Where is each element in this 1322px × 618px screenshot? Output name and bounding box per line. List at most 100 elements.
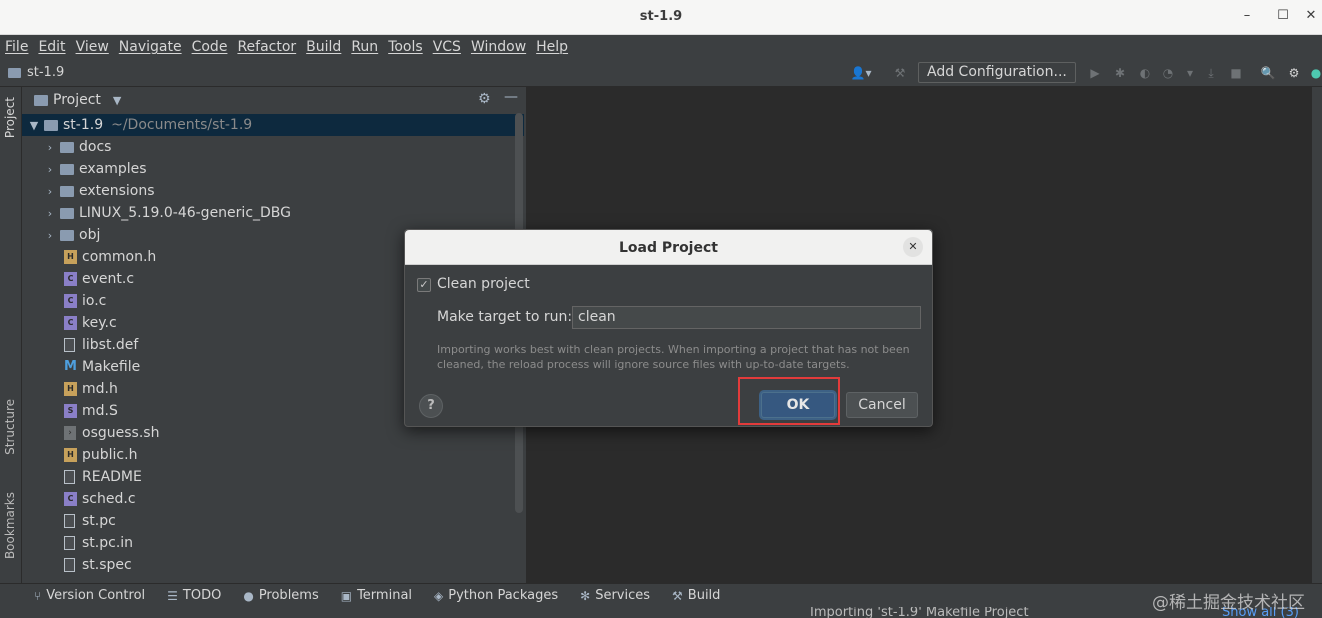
dialog-title: Load Project xyxy=(619,240,718,256)
tree-item-st-pc-in[interactable]: st.pc.in xyxy=(64,532,133,554)
tree-item-linux-dbg[interactable]: › LINUX_5.19.0-46-generic_DBG xyxy=(44,202,291,224)
tree-item-label: README xyxy=(82,469,142,485)
tree-item-event-c[interactable]: C event.c xyxy=(64,268,134,290)
attach-debugger-icon[interactable]: ⤓ xyxy=(1203,65,1219,81)
hide-panel-icon[interactable]: — xyxy=(504,89,518,105)
coverage-icon[interactable]: ◐ xyxy=(1137,65,1153,81)
menu-refactor[interactable]: Refactor xyxy=(237,39,296,55)
menu-tools[interactable]: Tools xyxy=(388,39,423,55)
chevron-right-icon[interactable]: › xyxy=(44,207,56,220)
ide-logo-icon[interactable]: ● xyxy=(1308,65,1322,81)
debug-icon[interactable]: ✱ xyxy=(1112,65,1128,81)
add-configuration-button[interactable]: Add Configuration... xyxy=(918,62,1076,83)
tab-terminal[interactable]: ▣ Terminal xyxy=(341,588,412,603)
terminal-icon: ▣ xyxy=(340,588,353,603)
menu-view[interactable]: View xyxy=(76,39,109,55)
tab-python-packages[interactable]: ◈ Python Packages xyxy=(434,588,558,603)
watermark-text: @稀土掘金技术社区 xyxy=(1152,593,1305,613)
project-breadcrumb[interactable]: st-1.9 xyxy=(8,65,64,80)
tree-item-st-pc[interactable]: st.pc xyxy=(64,510,116,532)
profile-icon[interactable]: ◔ xyxy=(1160,65,1176,81)
tree-item-st-spec[interactable]: st.spec xyxy=(64,554,132,576)
project-panel-title[interactable]: Project xyxy=(53,92,101,108)
dialog-close-icon[interactable]: ✕ xyxy=(903,237,923,257)
settings-gear-icon[interactable]: ⚙ xyxy=(1286,65,1302,81)
c-file-icon: C xyxy=(64,316,77,330)
chevron-right-icon[interactable]: › xyxy=(44,141,56,154)
window-titlebar: st-1.9 – ☐ ✕ xyxy=(0,0,1322,35)
chevron-down-icon[interactable]: ▼ xyxy=(113,94,121,107)
dialog-hint-line-1: Importing works best with clean projects… xyxy=(437,343,910,356)
tree-item-libst-def[interactable]: libst.def xyxy=(64,334,138,356)
project-breadcrumb-label: st-1.9 xyxy=(27,65,65,80)
bottom-tool-bar: ⑂ Version Control ☰ TODO ● Problems ▣ Termin… xyxy=(0,583,1322,607)
minimize-icon[interactable]: – xyxy=(1237,8,1257,26)
menu-navigate[interactable]: Navigate xyxy=(119,39,182,55)
tree-item-label: st.pc.in xyxy=(82,535,134,551)
structure-tool-tab[interactable]: Structure xyxy=(3,399,17,455)
hammer-build-icon[interactable]: ⚒ xyxy=(892,65,908,81)
menu-help[interactable]: Help xyxy=(536,39,568,55)
tree-item-md-s[interactable]: S md.S xyxy=(64,400,118,422)
tab-todo[interactable]: ☰ TODO xyxy=(167,588,221,603)
run-icon[interactable]: ▶ xyxy=(1087,65,1103,81)
cancel-button[interactable]: Cancel xyxy=(846,392,918,418)
tab-problems[interactable]: ● Problems xyxy=(243,588,318,603)
stop-icon[interactable]: ■ xyxy=(1228,65,1244,81)
status-bar: Importing 'st-1.9' Makefile Project Show… xyxy=(0,607,1322,618)
folder-icon xyxy=(60,229,74,241)
tree-item-sched-c[interactable]: C sched.c xyxy=(64,488,136,510)
tree-item-key-c[interactable]: C key.c xyxy=(64,312,117,334)
dialog-hint-line-2: cleaned, the reload process will ignore … xyxy=(437,358,850,371)
clean-project-label[interactable]: Clean project xyxy=(437,276,530,292)
chevron-down-icon[interactable]: ▼ xyxy=(28,119,40,132)
text-file-icon xyxy=(64,470,75,484)
window-title: st-1.9 xyxy=(639,9,683,24)
tree-item-common-h[interactable]: H common.h xyxy=(64,246,156,268)
user-account-icon[interactable]: 👤▾ xyxy=(848,65,874,81)
tab-services[interactable]: ✻ Services xyxy=(580,588,650,603)
folder-icon xyxy=(44,119,58,131)
tree-item-io-c[interactable]: C io.c xyxy=(64,290,106,312)
tree-item-label: st.pc xyxy=(82,513,116,529)
hammer-icon: ⚒ xyxy=(672,588,683,603)
more-run-options-icon[interactable]: ▾ xyxy=(1182,65,1198,81)
maximize-icon[interactable]: ☐ xyxy=(1273,8,1293,26)
menu-window[interactable]: Window xyxy=(471,39,526,55)
chevron-right-icon[interactable]: › xyxy=(44,229,56,242)
tab-build[interactable]: ⚒ Build xyxy=(672,588,720,603)
panel-settings-gear-icon[interactable]: ⚙ xyxy=(478,91,491,107)
tree-item-extensions[interactable]: › extensions xyxy=(44,180,155,202)
tree-item-osguess-sh[interactable]: › osguess.sh xyxy=(64,422,159,444)
project-tool-tab[interactable]: Project xyxy=(3,97,17,138)
menu-edit[interactable]: Edit xyxy=(38,39,65,55)
tree-root[interactable]: ▼ st-1.9 ~/Documents/st-1.9 xyxy=(22,114,524,136)
tree-item-obj[interactable]: › obj xyxy=(44,224,101,246)
menu-run[interactable]: Run xyxy=(351,39,378,55)
menu-file[interactable]: File xyxy=(5,39,28,55)
close-window-icon[interactable]: ✕ xyxy=(1301,8,1321,26)
tree-item-readme[interactable]: README xyxy=(64,466,142,488)
menu-vcs[interactable]: VCS xyxy=(433,39,461,55)
tree-item-md-h[interactable]: H md.h xyxy=(64,378,118,400)
bookmarks-tool-tab[interactable]: Bookmarks xyxy=(3,492,17,559)
chevron-right-icon[interactable]: › xyxy=(44,185,56,198)
menu-code[interactable]: Code xyxy=(192,39,228,55)
tree-item-makefile[interactable]: M Makefile xyxy=(64,356,140,378)
left-tool-strip: Project Structure Bookmarks xyxy=(0,87,22,583)
chevron-right-icon[interactable]: › xyxy=(44,163,56,176)
clean-project-checkbox[interactable]: ✓ xyxy=(417,278,431,292)
help-button[interactable]: ? xyxy=(419,394,443,418)
menu-bar: File Edit View Navigate Code Refactor Bu… xyxy=(0,35,1322,59)
tree-item-public-h[interactable]: H public.h xyxy=(64,444,137,466)
tree-item-label: LINUX_5.19.0-46-generic_DBG xyxy=(79,205,292,221)
tree-item-examples[interactable]: › examples xyxy=(44,158,147,180)
make-target-label: Make target to run: xyxy=(437,309,573,325)
tree-item-label: io.c xyxy=(82,293,107,309)
tree-item-label: examples xyxy=(79,161,147,177)
search-icon[interactable]: 🔍 xyxy=(1260,65,1276,81)
tab-version-control[interactable]: ⑂ Version Control xyxy=(34,588,145,603)
tree-item-docs[interactable]: › docs xyxy=(44,136,112,158)
menu-build[interactable]: Build xyxy=(306,39,341,55)
make-target-input[interactable]: clean xyxy=(572,306,921,329)
